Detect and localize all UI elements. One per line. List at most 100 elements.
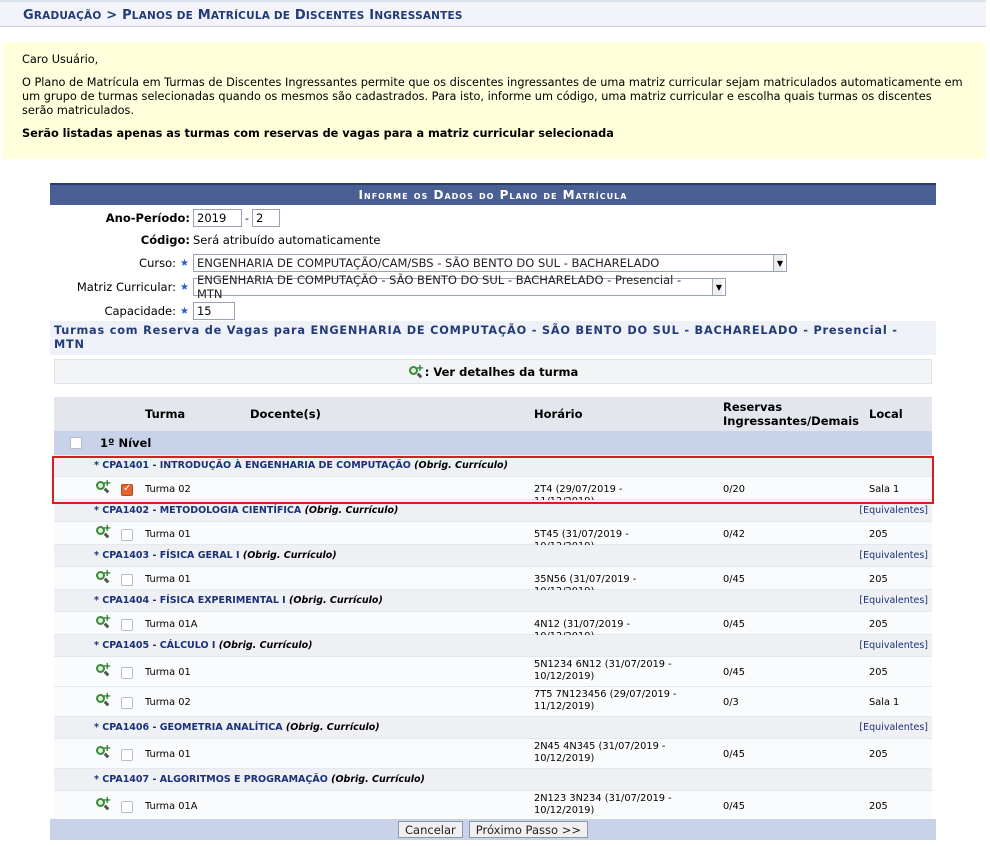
curso-label: Curso: (139, 256, 176, 270)
equivalentes-link[interactable]: [Equivalentes] (859, 505, 928, 516)
course-code[interactable]: * CPA1407 - ALGORITMOS E PROGRAMAÇÃO (94, 774, 328, 785)
turma-details-icon[interactable]: + (95, 691, 112, 710)
turma-details-icon[interactable]: + (95, 795, 112, 814)
turma-checkbox[interactable] (121, 574, 133, 589)
matriz-label: Matriz Curricular: (76, 280, 176, 294)
turma-details-icon[interactable]: + (95, 568, 112, 587)
turma-checkbox[interactable] (121, 749, 133, 764)
turma-name: Turma 01A (145, 619, 198, 630)
course-obrig: (Obrig. Currículo) (414, 460, 508, 471)
course-title[interactable]: * CPA1407 - ALGORITMOS E PROGRAMAÇÃO (Ob… (94, 774, 425, 785)
turma-local: 205 (869, 749, 888, 760)
breadcrumb-text: P (122, 8, 132, 23)
capacidade-input[interactable] (192, 302, 235, 320)
form-footer: Cancelar Próximo Passo >> (50, 819, 936, 840)
course-code[interactable]: * CPA1401 - INTRODUÇÃO À ENGENHARIA DE C… (94, 460, 411, 471)
cancel-button[interactable]: Cancelar (398, 821, 463, 838)
equivalentes-link[interactable]: [Equivalentes] (859, 550, 928, 561)
course-row: * CPA1403 - FÍSICA GERAL I (Obrig. Currí… (54, 545, 932, 567)
turma-row: +Turma 015T45 (31/07/2019 - 10/12/2019)0… (54, 522, 932, 552)
required-star-icon: ★ (180, 281, 189, 293)
course-title[interactable]: * CPA1404 - FÍSICA EXPERIMENTAL I (Obrig… (94, 595, 383, 606)
periodo-input[interactable] (251, 209, 280, 227)
info-greeting: Caro Usuário, (22, 53, 99, 66)
turma-checkbox[interactable] (121, 801, 133, 816)
course-code[interactable]: * CPA1403 - FÍSICA GERAL I (94, 550, 240, 561)
plan-form-panel: Informe os Dados do Plano de Matrícula A… (50, 183, 936, 840)
course-title[interactable]: * CPA1405 - CÁLCULO I (Obrig. Currículo) (94, 640, 312, 651)
turma-local: 205 (869, 529, 888, 540)
matriz-selected-value: ENGENHARIA DE COMPUTAÇÃO - SÃO BENTO DO … (196, 273, 682, 301)
course-title[interactable]: * CPA1401 - INTRODUÇÃO À ENGENHARIA DE C… (94, 460, 508, 471)
course-code[interactable]: * CPA1402 - METODOLOGIA CIENTÍFICA (94, 505, 301, 516)
ano-periodo-dash: - (245, 211, 249, 225)
next-step-button[interactable]: Próximo Passo >> (468, 821, 588, 838)
level-checkbox[interactable] (70, 437, 82, 449)
ano-input[interactable] (193, 209, 242, 227)
info-box: Caro Usuário, O Plano de Matrícula em Tu… (3, 42, 985, 159)
course-title[interactable]: * CPA1406 - GEOMETRIA ANALÍTICA (Obrig. … (94, 722, 380, 733)
course-code[interactable]: * CPA1405 - CÁLCULO I (94, 640, 215, 651)
dropdown-arrow-icon: ▼ (711, 279, 722, 295)
codigo-value: Será atribuído automaticamente (193, 233, 381, 247)
turma-details-icon[interactable]: + (95, 523, 112, 542)
breadcrumb-text: LANOS DE (131, 10, 194, 22)
turma-checkbox[interactable] (121, 619, 133, 634)
course-obrig: (Obrig. Currículo) (289, 595, 383, 606)
course-row: * CPA1401 - INTRODUÇÃO À ENGENHARIA DE C… (54, 455, 932, 477)
breadcrumb-separator: > (106, 8, 118, 23)
turma-checkbox[interactable] (121, 529, 133, 544)
turma-name: Turma 01A (145, 801, 198, 812)
breadcrumb-text: M (197, 8, 211, 23)
equivalentes-link[interactable]: [Equivalentes] (859, 640, 928, 651)
equivalentes-link[interactable]: [Equivalentes] (859, 595, 928, 606)
col-local: Local (869, 407, 903, 421)
course-row: * CPA1402 - METODOLOGIA CIENTÍFICA (Obri… (54, 500, 932, 522)
turma-details-icon[interactable]: + (95, 743, 112, 762)
turma-local: Sala 1 (869, 697, 900, 708)
breadcrumb: GRADUAÇÃO > PLANOS DE MATRÍCULA DE DISCE… (0, 0, 986, 27)
turma-name: Turma 01 (145, 529, 191, 540)
ano-periodo-label: Ano-Período: (105, 211, 190, 225)
turma-row: +Turma 01A4N12 (31/07/2019 - 10/12/2019)… (54, 612, 932, 642)
legend-ver-detalhes: + : Ver detalhes da turma (54, 359, 932, 384)
turma-reservas: 0/45 (723, 667, 745, 678)
panel-title: Informe os Dados do Plano de Matrícula (50, 183, 936, 205)
turma-details-icon[interactable]: + (95, 478, 112, 497)
turma-details-icon[interactable]: + (95, 613, 112, 632)
level-row: 1º Nível (54, 431, 932, 455)
col-horario: Horário (534, 407, 583, 421)
course-obrig: (Obrig. Currículo) (331, 774, 425, 785)
turma-local: 205 (869, 619, 888, 630)
turma-row: +Turma 0135N56 (31/07/2019 - 10/12/2019)… (54, 567, 932, 597)
turma-checkbox[interactable] (121, 697, 133, 712)
col-turma: Turma (145, 407, 186, 421)
course-code[interactable]: * CPA1404 - FÍSICA EXPERIMENTAL I (94, 595, 286, 606)
breadcrumb-text: D (294, 8, 306, 23)
turma-row: +Turma 022T4 (29/07/2019 - 11/12/2019)0/… (54, 477, 932, 507)
turma-reservas: 0/45 (723, 619, 745, 630)
turma-row: + Turma 01 2N45 4N345 (31/07/2019 - 10/12/… (54, 739, 932, 769)
turma-checkbox[interactable] (121, 667, 133, 682)
turma-checkbox[interactable] (121, 483, 133, 499)
col-reservas: Reservas Ingressantes/Demais (723, 400, 860, 428)
course-code[interactable]: * CPA1406 - GEOMETRIA ANALÍTICA (94, 722, 283, 733)
turma-details-icon[interactable]: + (95, 661, 112, 680)
equivalentes-link[interactable]: [Equivalentes] (859, 722, 928, 733)
turma-horario: 7T5 7N123456 (29/07/2019 - 11/12/2019) (534, 689, 677, 712)
course-title[interactable]: * CPA1402 - METODOLOGIA CIENTÍFICA (Obri… (94, 505, 398, 516)
turma-name: Turma 02 (145, 484, 191, 495)
turmas-list: * CPA1401 - INTRODUÇÃO À ENGENHARIA DE C… (54, 455, 932, 821)
breadcrumb-text: ATRÍCULA DE (210, 10, 291, 22)
turma-horario: 5N1234 6N12 (31/07/2019 - 10/12/2019) (534, 659, 672, 682)
turma-local: Sala 1 (869, 484, 900, 495)
level-label: 1º Nível (100, 436, 152, 450)
turma-row: + Turma 02 7T5 7N123456 (29/07/2019 - 11/1… (54, 687, 932, 717)
curso-select[interactable]: ENGENHARIA DE COMPUTAÇÃO/CAM/SBS - SÃO B… (192, 254, 787, 272)
course-row: * CPA1406 - GEOMETRIA ANALÍTICA (Obrig. … (54, 717, 932, 739)
table-header: Turma Docente(s) Horário Reservas Ingres… (54, 397, 932, 431)
matriz-select[interactable]: ENGENHARIA DE COMPUTAÇÃO - SÃO BENTO DO … (192, 273, 726, 301)
breadcrumb-text: G (23, 8, 34, 23)
course-title[interactable]: * CPA1403 - FÍSICA GERAL I (Obrig. Currí… (94, 550, 337, 561)
course-obrig: (Obrig. Currículo) (304, 505, 399, 516)
